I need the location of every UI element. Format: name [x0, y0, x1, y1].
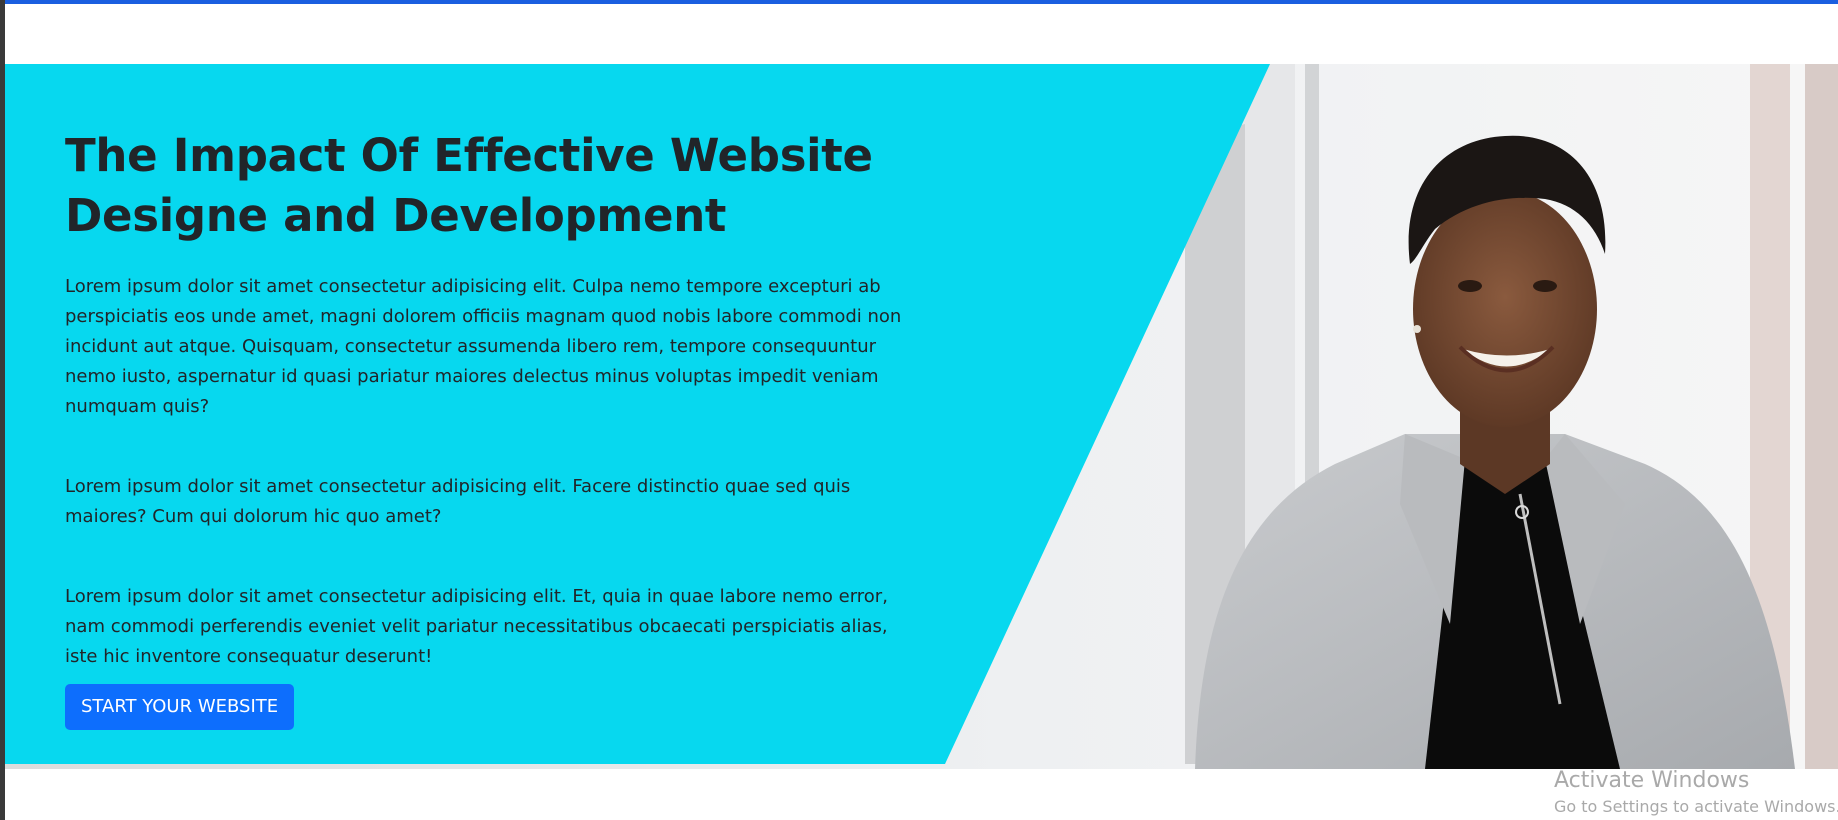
start-your-website-button[interactable]: START YOUR WEBSITE	[65, 684, 295, 730]
activate-windows-watermark: Activate Windows Go to Settings to activ…	[1554, 766, 1838, 818]
watermark-subtitle: Go to Settings to activate Windows.	[1554, 797, 1838, 816]
watermark-title: Activate Windows	[1554, 768, 1750, 793]
hero-title: The Impact Of Effective Website Designe …	[65, 129, 873, 242]
hero-paragraph-2: Lorem ipsum dolor sit amet consectetur a…	[65, 476, 851, 527]
hero-content: The Impact Of Effective Website Designe …	[65, 126, 920, 730]
hero-paragraph-3: Lorem ipsum dolor sit amet consectetur a…	[65, 586, 888, 667]
hero-section: The Impact Of Effective Website Designe …	[5, 64, 1838, 769]
top-accent-bar	[0, 0, 1838, 4]
hero-paragraph-1: Lorem ipsum dolor sit amet consectetur a…	[65, 276, 902, 417]
page: The Impact Of Effective Website Designe …	[0, 0, 1838, 820]
